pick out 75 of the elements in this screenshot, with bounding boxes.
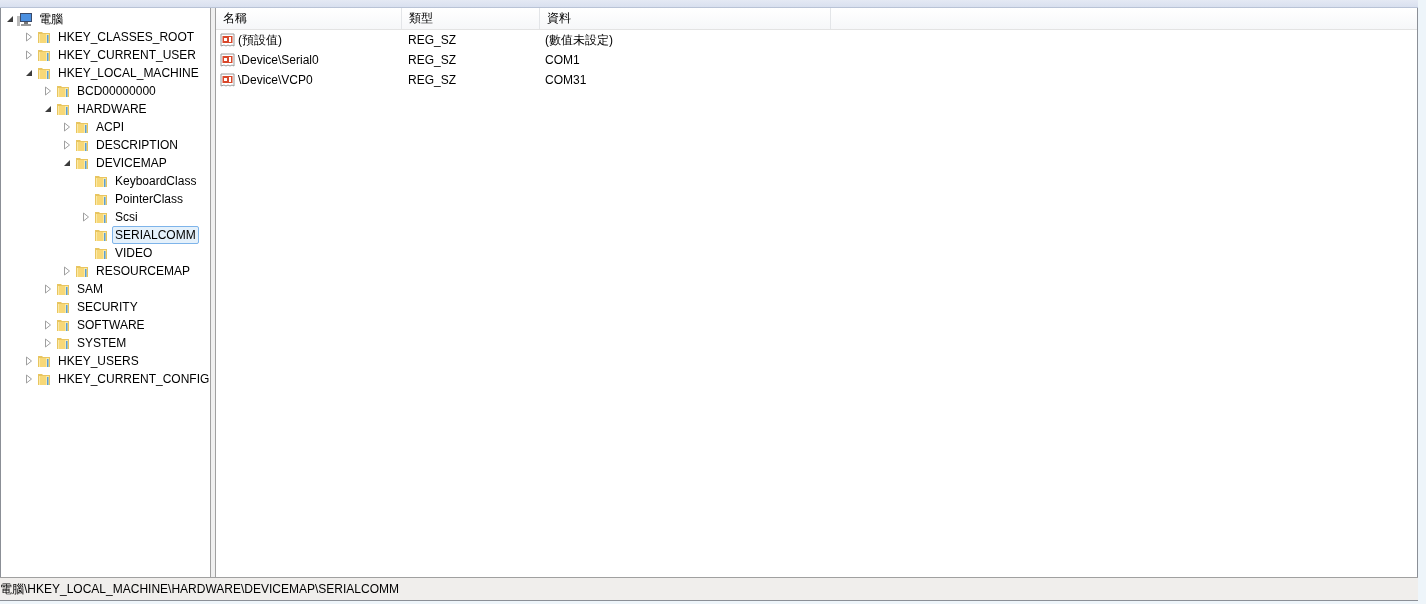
expand-arrow-icon[interactable] <box>43 284 53 294</box>
expand-arrow-icon[interactable] <box>62 122 72 132</box>
status-path: 電腦\HKEY_LOCAL_MACHINE\HARDWARE\DEVICEMAP\SERIALCOMM <box>0 580 399 598</box>
tree-item[interactable]: SAM <box>74 280 106 298</box>
value-name[interactable]: \Device\Serial0 <box>238 53 319 67</box>
table-cell: (數值未設定) <box>545 31 613 49</box>
folder-icon <box>93 173 109 189</box>
folder-icon <box>93 209 109 225</box>
pane-splitter[interactable] <box>211 8 216 577</box>
table-cell: COM31 <box>545 73 587 87</box>
expand-arrow-icon[interactable] <box>24 356 34 366</box>
tree-item[interactable]: SERIALCOMM <box>112 226 199 244</box>
table-cell: COM1 <box>545 53 580 67</box>
tree-item[interactable]: HKEY_CURRENT_USER <box>55 46 200 64</box>
computer-icon <box>17 11 33 27</box>
tree-item[interactable]: KeyboardClass <box>112 172 200 190</box>
folder-icon <box>74 155 90 171</box>
tree-item[interactable]: DEVICEMAP <box>93 154 170 172</box>
folder-icon <box>36 29 52 45</box>
tree-item[interactable]: HKEY_USERS <box>55 352 142 370</box>
tree-item[interactable]: DESCRIPTION <box>93 136 181 154</box>
table-cell: REG_SZ <box>408 73 456 87</box>
folder-icon <box>55 281 71 297</box>
expand-arrow-icon[interactable] <box>24 50 34 60</box>
folder-icon <box>93 245 109 261</box>
folder-icon <box>74 137 90 153</box>
expand-arrow-icon[interactable] <box>81 212 91 222</box>
expand-arrow-icon[interactable] <box>43 338 53 348</box>
string-value-icon <box>220 32 236 48</box>
folder-icon <box>74 119 90 135</box>
tree-item[interactable]: HKEY_CURRENT_CONFIG <box>55 370 210 388</box>
folder-icon <box>36 353 52 369</box>
folder-icon <box>93 227 109 243</box>
folder-icon <box>55 317 71 333</box>
tree-item[interactable]: RESOURCEMAP <box>93 262 193 280</box>
tree-item[interactable]: ACPI <box>93 118 127 136</box>
tree-item[interactable]: PointerClass <box>112 190 187 208</box>
folder-icon <box>55 101 71 117</box>
collapse-arrow-icon[interactable] <box>5 14 15 24</box>
tree-item[interactable]: SYSTEM <box>74 334 130 352</box>
expand-arrow-icon[interactable] <box>24 32 34 42</box>
collapse-arrow-icon[interactable] <box>62 158 72 168</box>
string-value-icon <box>220 72 236 88</box>
table-cell: REG_SZ <box>408 53 456 67</box>
folder-icon <box>93 191 109 207</box>
tree-item[interactable]: VIDEO <box>112 244 156 262</box>
tree-item[interactable]: SOFTWARE <box>74 316 148 334</box>
column-header[interactable]: 資料 <box>540 8 831 29</box>
value-name[interactable]: (預設值) <box>238 31 282 49</box>
collapse-arrow-icon[interactable] <box>24 68 34 78</box>
expand-arrow-icon[interactable] <box>43 86 53 96</box>
folder-icon <box>74 263 90 279</box>
expand-arrow-icon[interactable] <box>43 320 53 330</box>
value-name[interactable]: \Device\VCP0 <box>238 73 313 87</box>
table-cell: REG_SZ <box>408 33 456 47</box>
tree-item[interactable]: HKEY_CLASSES_ROOT <box>55 28 198 46</box>
expand-arrow-icon[interactable] <box>62 266 72 276</box>
collapse-arrow-icon[interactable] <box>43 104 53 114</box>
tree-item[interactable]: SECURITY <box>74 298 141 316</box>
folder-icon <box>55 83 71 99</box>
expand-arrow-icon[interactable] <box>62 140 72 150</box>
folder-icon <box>36 47 52 63</box>
column-header[interactable]: 名稱 <box>216 8 402 29</box>
folder-icon <box>36 371 52 387</box>
tree-item[interactable]: BCD00000000 <box>74 82 159 100</box>
tree-item[interactable]: HARDWARE <box>74 100 150 118</box>
tree-item[interactable]: HKEY_LOCAL_MACHINE <box>55 64 202 82</box>
folder-icon <box>36 65 52 81</box>
expand-arrow-icon[interactable] <box>24 374 34 384</box>
tree-item[interactable]: Scsi <box>112 208 141 226</box>
tree-item[interactable]: 電腦 <box>36 10 66 28</box>
folder-icon <box>55 299 71 315</box>
folder-icon <box>55 335 71 351</box>
column-header[interactable]: 類型 <box>402 8 540 29</box>
string-value-icon <box>220 52 236 68</box>
